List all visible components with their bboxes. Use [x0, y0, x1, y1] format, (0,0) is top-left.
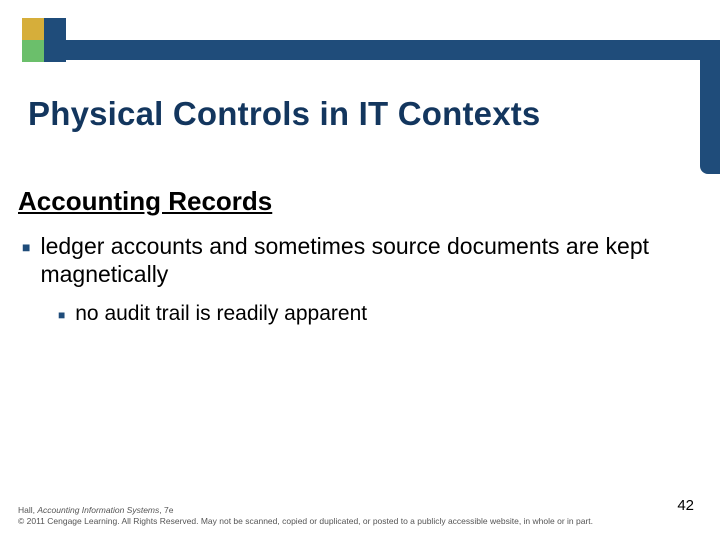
slide: Physical Controls in IT Contexts Account… [0, 0, 720, 540]
footer: Hall, Accounting Information Systems, 7e… [18, 505, 702, 526]
logo-square-tr [44, 18, 66, 40]
footer-book-title: Accounting Information Systems [37, 505, 159, 515]
header-bar [66, 40, 720, 60]
bullet-level2: ■ no audit trail is readily apparent [56, 302, 710, 326]
bullet-marker-icon: ■ [58, 308, 65, 322]
page-number: 42 [677, 497, 694, 514]
bullet-text: no audit trail is readily apparent [75, 302, 367, 326]
footer-citation: Hall, Accounting Information Systems, 7e [18, 505, 702, 515]
logo-squares [22, 18, 66, 62]
bullet-text: ledger accounts and sometimes source doc… [40, 232, 710, 288]
logo-square-br [44, 40, 66, 62]
bullet-marker-icon: ■ [22, 239, 30, 256]
footer-copyright: © 2011 Cengage Learning. All Rights Rese… [18, 516, 702, 526]
section-heading: Accounting Records [18, 186, 272, 217]
bullet-list: ■ ledger accounts and sometimes source d… [18, 232, 710, 326]
footer-author: Hall, [18, 505, 37, 515]
slide-title: Physical Controls in IT Contexts [28, 95, 541, 133]
logo-square-tl [22, 18, 44, 40]
bullet-level1: ■ ledger accounts and sometimes source d… [18, 232, 710, 288]
footer-edition: , 7e [159, 505, 173, 515]
logo-square-bl [22, 40, 44, 62]
